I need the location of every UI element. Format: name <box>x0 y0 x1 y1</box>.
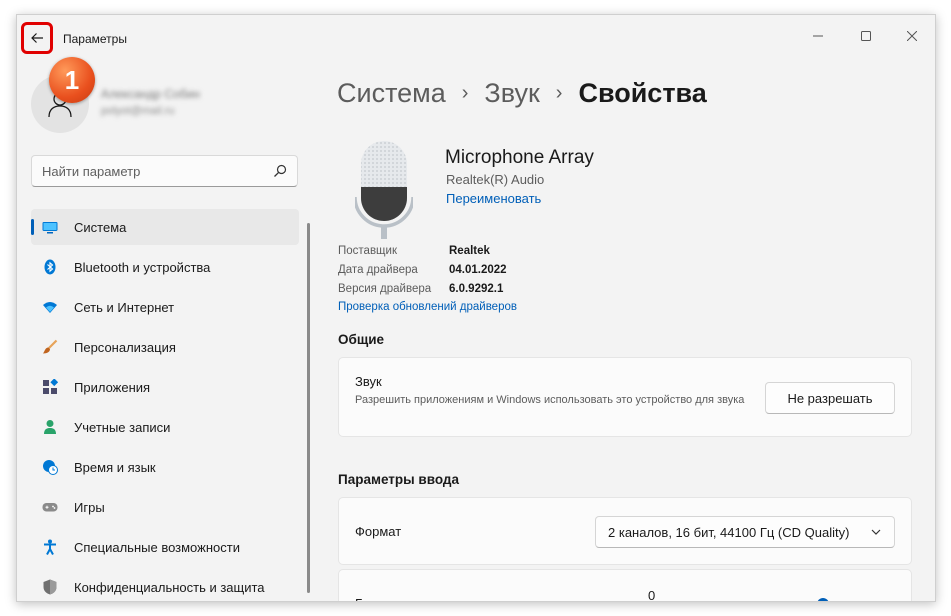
driver-value: 6.0.9292.1 <box>449 283 504 295</box>
search-box[interactable] <box>31 155 298 187</box>
sidebar-scrollbar[interactable] <box>307 223 310 593</box>
wifi-icon <box>42 299 58 315</box>
rename-link[interactable]: Переименовать <box>446 191 541 206</box>
sidebar-item-bluetooth[interactable]: Bluetooth и устройства <box>31 249 299 285</box>
driver-key: Дата драйвера <box>338 264 418 276</box>
breadcrumb: Система › Звук › Свойства <box>337 73 707 113</box>
sidebar-item-label: Система <box>74 219 127 235</box>
maximize-button[interactable] <box>843 21 889 51</box>
arrow-left-icon <box>31 33 43 43</box>
sidebar-item-personalization[interactable]: Персонализация <box>31 329 299 365</box>
input-volume-card: Г 0 <box>338 569 912 602</box>
volume-value-partial: 0 <box>648 588 656 602</box>
driver-value: Realtek <box>449 245 490 257</box>
sidebar-item-gaming[interactable]: Игры <box>31 489 299 525</box>
sidebar-item-label: Специальные возможности <box>74 539 240 555</box>
volume-label-partial: Г <box>355 596 362 601</box>
profile-email: polyot@mail.ru <box>101 105 175 117</box>
format-label: Формат <box>355 524 402 539</box>
page-title: Свойства <box>578 77 707 108</box>
search-icon[interactable] <box>273 164 287 178</box>
sidebar-nav: Система Bluetooth и устройства Сеть и Ин… <box>31 209 299 601</box>
sidebar-item-label: Bluetooth и устройства <box>74 259 211 275</box>
driver-key: Поставщик <box>338 245 397 257</box>
sidebar-item-network[interactable]: Сеть и Интернет <box>31 289 299 325</box>
maximize-icon <box>861 31 871 41</box>
globe-clock-icon <box>42 459 58 475</box>
breadcrumb-sound[interactable]: Звук <box>484 78 539 109</box>
sidebar-item-accounts[interactable]: Учетные записи <box>31 409 299 445</box>
format-value: 2 каналов, 16 бит, 44100 Гц (CD Quality) <box>608 524 850 540</box>
accessibility-icon <box>42 539 58 555</box>
search-input[interactable] <box>32 156 262 186</box>
sidebar-item-label: Сеть и Интернет <box>74 299 175 315</box>
audio-description: Разрешить приложениям и Windows использо… <box>355 394 745 406</box>
gamepad-icon <box>42 499 58 515</box>
device-name: Microphone Array <box>445 147 594 168</box>
device-vendor: Realtek(R) Audio <box>446 172 545 187</box>
sidebar-item-label: Персонализация <box>74 339 176 355</box>
chevron-right-icon: › <box>555 81 563 104</box>
format-card: Формат 2 каналов, 16 бит, 44100 Гц (CD Q… <box>338 497 912 565</box>
sidebar-item-privacy[interactable]: Конфиденциальность и защита <box>31 569 299 601</box>
sidebar-item-label: Конфиденциальность и защита <box>74 579 265 595</box>
format-select[interactable]: 2 каналов, 16 бит, 44100 Гц (CD Quality) <box>595 516 895 548</box>
shield-icon <box>42 579 58 595</box>
apps-icon <box>42 379 58 395</box>
sidebar-item-label: Приложения <box>74 379 151 395</box>
microphone-icon <box>355 141 413 239</box>
driver-value: 04.01.2022 <box>449 264 507 276</box>
app-title: Параметры <box>63 32 127 46</box>
sidebar-item-accessibility[interactable]: Специальные возможности <box>31 529 299 565</box>
sidebar-item-label: Время и язык <box>74 459 156 475</box>
driver-key: Версия драйвера <box>338 283 432 295</box>
person-icon <box>42 419 58 435</box>
audio-title: Звук <box>355 374 382 389</box>
chevron-right-icon: › <box>461 81 469 104</box>
profile-name: Александр Собин <box>101 87 200 101</box>
sidebar-item-label: Учетные записи <box>74 419 171 435</box>
back-button[interactable] <box>21 22 53 54</box>
volume-slider-thumb[interactable] <box>817 598 829 601</box>
audio-permission-card: Звук Разрешить приложениям и Windows исп… <box>338 357 912 437</box>
disallow-button[interactable]: Не разрешать <box>765 382 895 414</box>
system-display-icon <box>42 219 58 235</box>
check-driver-updates-link[interactable]: Проверка обновлений драйверов <box>338 301 517 313</box>
sidebar-item-apps[interactable]: Приложения <box>31 369 299 405</box>
bluetooth-icon <box>42 259 58 275</box>
settings-window: Параметры 1 Александр Собин polyot@mail.… <box>16 14 936 602</box>
section-input-title: Параметры ввода <box>338 472 459 487</box>
close-icon <box>907 31 917 41</box>
sidebar-item-time-language[interactable]: Время и язык <box>31 449 299 485</box>
close-button[interactable] <box>889 21 935 51</box>
minimize-button[interactable] <box>795 21 841 51</box>
minimize-icon <box>813 35 823 37</box>
section-general-title: Общие <box>338 332 385 347</box>
chevron-down-icon <box>871 529 881 535</box>
breadcrumb-system[interactable]: Система <box>337 78 446 109</box>
sidebar-item-system[interactable]: Система <box>31 209 299 245</box>
title-bar: Параметры <box>17 15 935 59</box>
paintbrush-icon <box>42 339 58 355</box>
sidebar-item-label: Игры <box>74 499 105 515</box>
step-number-badge: 1 <box>49 57 95 103</box>
